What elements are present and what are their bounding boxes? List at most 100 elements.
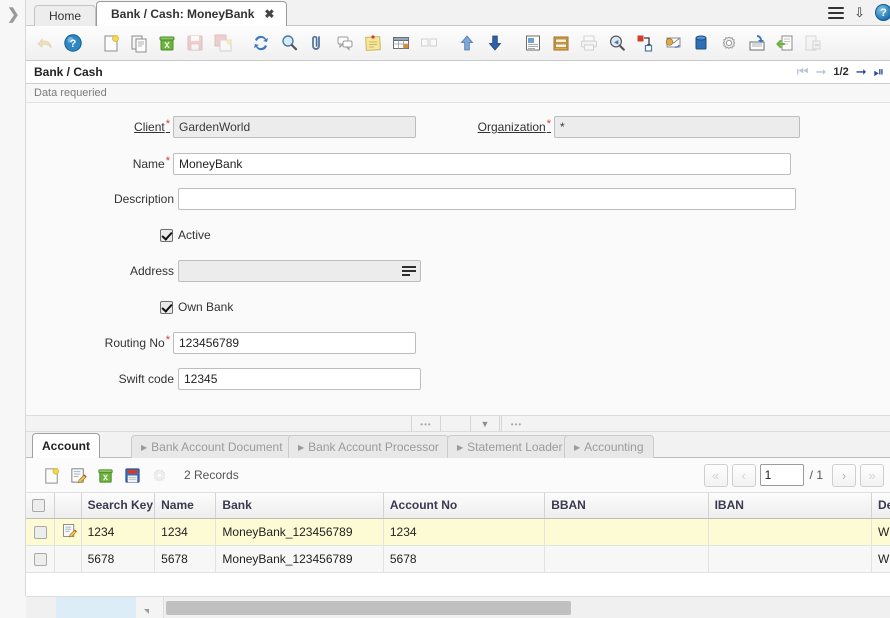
report-button[interactable] bbox=[520, 30, 546, 56]
preference-button[interactable] bbox=[716, 30, 742, 56]
splitter-collapse-button[interactable]: ▼ bbox=[470, 416, 500, 432]
print-button[interactable] bbox=[576, 30, 602, 56]
cell-account-no[interactable]: 1234 bbox=[383, 518, 546, 546]
copy-record-button[interactable] bbox=[126, 30, 152, 56]
nav-prev-icon[interactable]: ➞ bbox=[815, 65, 826, 78]
refresh-button[interactable] bbox=[248, 30, 274, 56]
cell-iban[interactable] bbox=[708, 545, 872, 573]
cell-bank[interactable]: MoneyBank_123456789 bbox=[215, 518, 384, 546]
grid-settings-button[interactable] bbox=[148, 464, 170, 486]
address-lookup-icon[interactable] bbox=[402, 263, 418, 278]
column-header-name[interactable]: Name bbox=[154, 493, 217, 519]
print-preview-button[interactable] bbox=[604, 30, 630, 56]
form-splitter[interactable]: ••• ▼ ••• bbox=[26, 415, 890, 432]
help-button[interactable]: ? bbox=[60, 30, 86, 56]
select-all-checkbox[interactable] bbox=[32, 499, 45, 513]
hamburger-menu-icon[interactable] bbox=[828, 6, 845, 19]
product-info-button[interactable] bbox=[688, 30, 714, 56]
window-tab-bank-cash[interactable]: Bank / Cash: MoneyBank ✖ bbox=[96, 1, 288, 26]
tab-bank-account-document[interactable]: ▶ Bank Account Document bbox=[131, 435, 293, 458]
column-header-search-key[interactable]: Search Key bbox=[81, 493, 156, 519]
multi-window-button[interactable] bbox=[416, 30, 442, 56]
pager-page-input[interactable] bbox=[759, 464, 804, 486]
address-lookup[interactable] bbox=[178, 260, 421, 282]
cell-search-key[interactable]: 1234 bbox=[81, 518, 156, 546]
select-all-header[interactable] bbox=[26, 493, 56, 519]
find-button[interactable] bbox=[276, 30, 302, 56]
attachment-button[interactable] bbox=[304, 30, 330, 56]
pager-prev-button[interactable]: ‹ bbox=[731, 463, 756, 487]
cell-iban[interactable] bbox=[708, 518, 872, 546]
window-tab-home[interactable]: Home bbox=[34, 5, 97, 26]
row-checkbox[interactable] bbox=[33, 552, 47, 566]
table-row[interactable]: 5678 5678 MoneyBank_123456789 5678 With … bbox=[26, 545, 890, 573]
cell-bban[interactable] bbox=[544, 518, 709, 546]
note-button[interactable] bbox=[360, 30, 386, 56]
table-row[interactable]: 1234 1234 MoneyBank_123456789 1234 With … bbox=[26, 518, 890, 546]
parent-record-button[interactable] bbox=[454, 30, 480, 56]
chat-button[interactable] bbox=[332, 30, 358, 56]
name-input[interactable] bbox=[173, 153, 791, 175]
tab-account[interactable]: Account bbox=[32, 433, 100, 458]
tab-bank-account-processor[interactable]: ▶ Bank Account Processor bbox=[288, 435, 449, 458]
cell-bban[interactable] bbox=[544, 545, 709, 573]
pager-first-button[interactable]: « bbox=[703, 463, 728, 487]
close-icon[interactable]: ✖ bbox=[264, 7, 274, 21]
column-header-iban[interactable]: IBAN bbox=[708, 493, 872, 519]
double-chevron-down-icon[interactable]: ⇩ bbox=[854, 6, 865, 19]
swift-code-input[interactable] bbox=[178, 368, 421, 390]
horizontal-scrollbar[interactable] bbox=[26, 596, 890, 618]
nav-first-icon[interactable]: ⏮ bbox=[797, 65, 809, 78]
column-header-description[interactable]: Description bbox=[871, 493, 890, 519]
pager-next-button[interactable]: › bbox=[832, 463, 856, 487]
active-checkbox[interactable] bbox=[160, 228, 173, 242]
save-create-button[interactable] bbox=[210, 30, 236, 56]
row-checkbox[interactable] bbox=[33, 525, 47, 539]
column-header-bban[interactable]: BBAN bbox=[544, 493, 709, 519]
row-edit-cell[interactable] bbox=[54, 545, 82, 573]
help-circle-icon[interactable]: ? bbox=[875, 4, 890, 21]
routing-no-input[interactable] bbox=[173, 332, 416, 354]
splitter-handle-left[interactable]: ••• bbox=[411, 416, 441, 432]
import-button[interactable] bbox=[772, 30, 798, 56]
client-input[interactable] bbox=[173, 116, 416, 138]
chevron-right-icon[interactable]: ❯ bbox=[7, 7, 20, 22]
row-select-cell[interactable] bbox=[26, 545, 56, 573]
cell-account-no[interactable]: 5678 bbox=[383, 545, 546, 573]
cell-description[interactable]: With C bbox=[871, 545, 890, 573]
row-edit-cell[interactable] bbox=[54, 518, 82, 546]
nav-next-icon[interactable]: ➞ bbox=[856, 65, 867, 78]
splitter-handle-right[interactable]: ••• bbox=[501, 416, 531, 432]
undo-button[interactable] bbox=[32, 30, 58, 56]
cell-search-key[interactable]: 5678 bbox=[81, 545, 156, 573]
cell-description[interactable]: With P bbox=[871, 518, 890, 546]
grid-edit-button[interactable] bbox=[67, 464, 89, 486]
new-record-button[interactable] bbox=[98, 30, 124, 56]
grid-save-button[interactable] bbox=[121, 464, 143, 486]
cell-bank[interactable]: MoneyBank_123456789 bbox=[215, 545, 384, 573]
zoom-across-button[interactable] bbox=[632, 30, 658, 56]
cell-name[interactable]: 5678 bbox=[154, 545, 217, 573]
scrollbar-thumb[interactable] bbox=[166, 601, 571, 615]
row-select-cell[interactable] bbox=[26, 518, 56, 546]
request-button[interactable] bbox=[660, 30, 686, 56]
description-input[interactable] bbox=[178, 188, 796, 210]
pager-last-button[interactable]: » bbox=[860, 463, 884, 487]
exit-button[interactable] bbox=[800, 30, 826, 56]
grid-new-button[interactable] bbox=[40, 464, 62, 486]
grid-delete-button[interactable] bbox=[94, 464, 116, 486]
export-button[interactable] bbox=[744, 30, 770, 56]
client-label[interactable]: Client* bbox=[26, 118, 173, 134]
address-input[interactable] bbox=[178, 260, 421, 282]
save-button[interactable] bbox=[182, 30, 208, 56]
tab-statement-loader[interactable]: ▶ Statement Loader bbox=[447, 435, 573, 458]
detail-record-button[interactable] bbox=[482, 30, 508, 56]
column-header-bank[interactable]: Bank bbox=[215, 493, 384, 519]
organization-input[interactable] bbox=[554, 116, 800, 138]
tab-accounting[interactable]: ▶ Accounting bbox=[564, 435, 654, 458]
organization-label[interactable]: Organization* bbox=[446, 118, 554, 134]
cell-name[interactable]: 1234 bbox=[154, 518, 217, 546]
column-header-account-no[interactable]: Account No bbox=[383, 493, 546, 519]
own-bank-checkbox[interactable] bbox=[160, 300, 173, 314]
archive-button[interactable] bbox=[548, 30, 574, 56]
